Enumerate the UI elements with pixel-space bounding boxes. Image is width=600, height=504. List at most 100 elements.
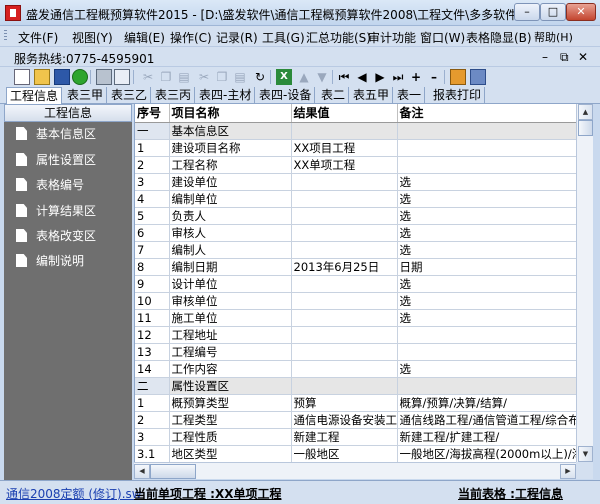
menu-edit[interactable]: 编辑(E) bbox=[124, 29, 165, 46]
excel-icon[interactable]: X bbox=[276, 69, 292, 85]
horizontal-scrollbar[interactable]: ◀ ▶ bbox=[134, 462, 576, 479]
menu-file[interactable]: 文件(F) bbox=[18, 29, 58, 46]
table-row[interactable]: 11 施工单位 选 bbox=[135, 309, 576, 327]
tab-report-print[interactable]: 报表打印 bbox=[430, 87, 486, 104]
cell-value[interactable] bbox=[291, 309, 398, 327]
copy-icon[interactable]: ❐ bbox=[158, 69, 174, 85]
tab-table-3c[interactable]: 表三丙 bbox=[152, 87, 196, 104]
table-row[interactable]: 一基本信息区 bbox=[135, 122, 576, 140]
table-row[interactable]: 5 负责人 选 bbox=[135, 207, 576, 225]
tab-table-3a[interactable]: 表三甲 bbox=[64, 87, 108, 104]
tab-table-3b[interactable]: 表三乙 bbox=[108, 87, 152, 104]
scroll-left-icon[interactable]: ◀ bbox=[134, 464, 150, 479]
cell-value[interactable]: 通信电源设备安装工程 bbox=[291, 411, 398, 429]
cell-value[interactable] bbox=[291, 377, 398, 395]
prev-record-icon[interactable]: ◀ bbox=[354, 69, 370, 85]
table-row[interactable]: 14 工作内容 选 bbox=[135, 360, 576, 378]
sidebar-item-table-changes[interactable]: 表格改变区 bbox=[16, 228, 96, 244]
column-header-value[interactable]: 结果值 bbox=[291, 104, 398, 123]
cell-value[interactable]: XX项目工程 bbox=[291, 139, 398, 157]
mdi-close-button[interactable]: ✕ bbox=[578, 50, 588, 64]
sidebar-item-results[interactable]: 计算结果区 bbox=[16, 203, 96, 219]
cell-value[interactable] bbox=[291, 292, 398, 310]
calculator-icon[interactable] bbox=[450, 69, 466, 85]
cell-value[interactable]: XX单项工程 bbox=[291, 156, 398, 174]
table-row[interactable]: 13 工程编号 bbox=[135, 343, 576, 361]
scroll-down-icon[interactable]: ▼ bbox=[578, 446, 593, 462]
open-folder-icon[interactable] bbox=[34, 69, 50, 85]
paste-icon[interactable]: ▤ bbox=[176, 69, 192, 85]
first-record-icon[interactable]: ⏮ bbox=[336, 69, 352, 85]
cut-icon[interactable]: ✂ bbox=[140, 69, 156, 85]
menu-summary[interactable]: 汇总功能(S) bbox=[306, 29, 371, 46]
menu-operate[interactable]: 操作(C) bbox=[170, 29, 212, 46]
close-button[interactable]: ✕ bbox=[566, 3, 596, 21]
mdi-restore-button[interactable]: ⧉ bbox=[560, 50, 569, 65]
vertical-scrollbar[interactable]: ▲ ▼ bbox=[576, 104, 593, 462]
print-icon[interactable] bbox=[96, 69, 112, 85]
menu-record[interactable]: 记录(R) bbox=[216, 29, 258, 46]
cell-value[interactable]: 新建工程 bbox=[291, 428, 398, 446]
cut-icon[interactable]: ✂ bbox=[196, 69, 212, 85]
add-record-icon[interactable]: + bbox=[408, 69, 424, 85]
sidebar-item-table-numbers[interactable]: 表格编号 bbox=[16, 177, 84, 193]
sidebar-item-basic-info[interactable]: 基本信息区 bbox=[16, 126, 96, 142]
tab-table-2[interactable]: 表二 bbox=[318, 87, 350, 104]
cell-value[interactable]: 预算 bbox=[291, 394, 398, 412]
delete-record-icon[interactable]: – bbox=[426, 69, 442, 85]
menu-tools[interactable]: 工具(G) bbox=[262, 29, 305, 46]
table-row[interactable]: 二属性设置区 bbox=[135, 377, 576, 395]
column-header-no[interactable]: 序号 bbox=[135, 104, 170, 123]
table-row[interactable]: 4 编制单位 选 bbox=[135, 190, 576, 208]
scroll-thumb[interactable] bbox=[578, 120, 593, 136]
table-row[interactable]: 8 编制日期 2013年6月25日 日期 bbox=[135, 258, 576, 276]
menu-audit[interactable]: 审计功能 bbox=[368, 29, 416, 46]
table-row[interactable]: 2工程类型通信电源设备安装工程通信线路工程/通信管道工程/综合布线工程 bbox=[135, 411, 576, 429]
table-row[interactable]: 1 建设项目名称 XX项目工程 bbox=[135, 139, 576, 157]
menu-window[interactable]: 窗口(W) bbox=[420, 29, 465, 46]
arrow-up-icon[interactable]: ▲ bbox=[296, 69, 312, 85]
cell-value[interactable] bbox=[291, 326, 398, 344]
menu-help[interactable]: 帮助(H) bbox=[534, 29, 573, 45]
column-header-note[interactable]: 备注 bbox=[397, 104, 576, 123]
column-header-name[interactable]: 项目名称 bbox=[169, 104, 292, 123]
table-row[interactable]: 1 概预算类型 预算 概算/预算/决算/结算/ bbox=[135, 394, 576, 412]
cell-value[interactable] bbox=[291, 275, 398, 293]
cell-value[interactable] bbox=[291, 173, 398, 191]
next-record-icon[interactable]: ▶ bbox=[372, 69, 388, 85]
menu-view[interactable]: 视图(Y) bbox=[72, 29, 113, 46]
copy-icon[interactable]: ❐ bbox=[214, 69, 230, 85]
cell-value[interactable] bbox=[291, 207, 398, 225]
cell-value[interactable] bbox=[291, 122, 398, 140]
cell-value[interactable]: 一般地区 bbox=[291, 445, 398, 462]
tab-table-5a[interactable]: 表五甲 bbox=[350, 87, 394, 104]
status-quota-file[interactable]: 通信2008定额 (修订).sw bbox=[6, 485, 142, 502]
table-row[interactable]: 7 编制人 选 bbox=[135, 241, 576, 259]
tag-icon[interactable] bbox=[470, 69, 486, 85]
tab-table-1[interactable]: 表一 bbox=[394, 87, 426, 104]
refresh-icon[interactable] bbox=[72, 69, 88, 85]
tab-table-4-equipment[interactable]: 表四-设备 bbox=[256, 87, 316, 104]
cell-value[interactable] bbox=[291, 224, 398, 242]
table-row[interactable]: 3 工程性质 新建工程 新建工程/扩建工程/ bbox=[135, 428, 576, 446]
cell-value[interactable]: 2013年6月25日 bbox=[291, 258, 398, 276]
table-row[interactable]: 6 审核人 选 bbox=[135, 224, 576, 242]
sidebar-item-notes[interactable]: 编制说明 bbox=[16, 253, 84, 269]
tab-table-4-material[interactable]: 表四-主材 bbox=[196, 87, 256, 104]
print-preview-icon[interactable] bbox=[114, 69, 130, 85]
reload-icon[interactable]: ↻ bbox=[252, 69, 268, 85]
cell-value[interactable] bbox=[291, 343, 398, 361]
table-row[interactable]: 2 工程名称 XX单项工程 bbox=[135, 156, 576, 174]
tab-project-info[interactable]: 工程信息 bbox=[6, 87, 63, 105]
table-row[interactable]: 3 建设单位 选 bbox=[135, 173, 576, 191]
arrow-down-icon[interactable]: ▼ bbox=[314, 69, 330, 85]
table-row[interactable]: 10 审核单位 选 bbox=[135, 292, 576, 310]
mdi-minimize-button[interactable]: – bbox=[542, 50, 548, 64]
new-doc-icon[interactable] bbox=[14, 69, 30, 85]
maximize-button[interactable]: □ bbox=[540, 3, 566, 21]
table-row[interactable]: 9 设计单位 选 bbox=[135, 275, 576, 293]
scroll-right-icon[interactable]: ▶ bbox=[560, 464, 576, 479]
scroll-thumb[interactable] bbox=[150, 464, 196, 479]
menu-table-toggle[interactable]: 表格隐显(B) bbox=[466, 29, 532, 46]
save-icon[interactable] bbox=[54, 69, 70, 85]
